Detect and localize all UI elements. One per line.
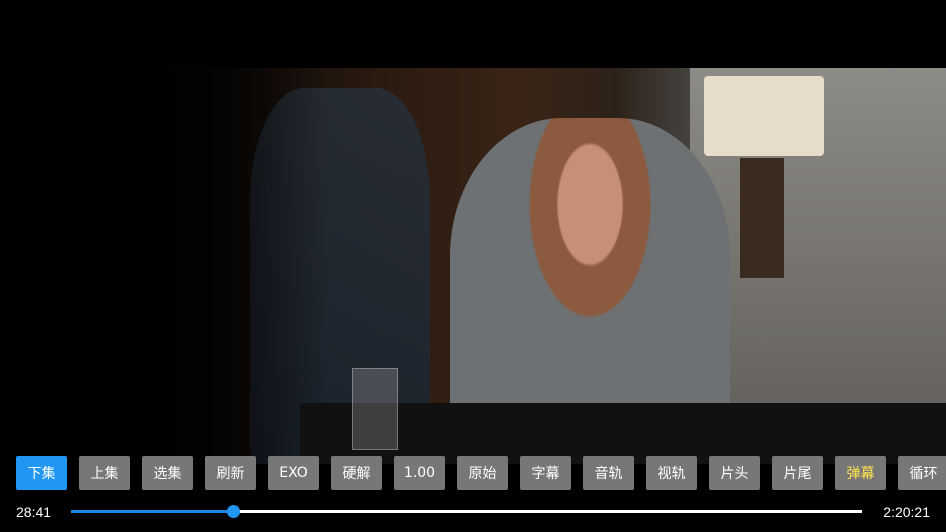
previous-episode-button[interactable]: 上集 [79,456,130,490]
hardware-decode-button[interactable]: 硬解 [331,456,382,490]
episode-select-button[interactable]: 选集 [142,456,193,490]
loop-button[interactable]: 循环 [898,456,946,490]
lamp-base [740,158,784,278]
danmaku-button[interactable]: 弹幕 [835,456,886,490]
subtitle-button[interactable]: 字幕 [520,456,571,490]
video-track-button[interactable]: 视轨 [646,456,697,490]
foreground-shadow [0,68,330,464]
total-time: 2:20:21 [883,504,930,520]
control-button-row: 下集 上集 选集 刷新 EXO 硬解 1.00 原始 字幕 音轨 视轨 片头 片尾 弹幕 循环 [16,456,946,492]
progress-fill [71,510,233,513]
progress-thumb[interactable] [226,505,240,518]
player-controls: 下集 上集 选集 刷新 EXO 硬解 1.00 原始 字幕 音轨 视轨 片头 片尾 弹幕 循环 28:41 … [0,456,946,532]
refresh-button[interactable]: 刷新 [205,456,256,490]
video-frame[interactable] [0,68,946,464]
progress-track[interactable] [71,505,862,518]
next-episode-button[interactable]: 下集 [16,456,67,490]
aspect-ratio-button[interactable]: 原始 [457,456,508,490]
glass [352,368,398,450]
player-engine-button[interactable]: EXO [268,456,319,490]
lamp-shade [704,76,824,156]
current-time: 28:41 [16,504,52,520]
skip-intro-button[interactable]: 片头 [709,456,760,490]
skip-outro-button[interactable]: 片尾 [772,456,823,490]
playback-speed-button[interactable]: 1.00 [394,456,445,490]
audio-track-button[interactable]: 音轨 [583,456,634,490]
